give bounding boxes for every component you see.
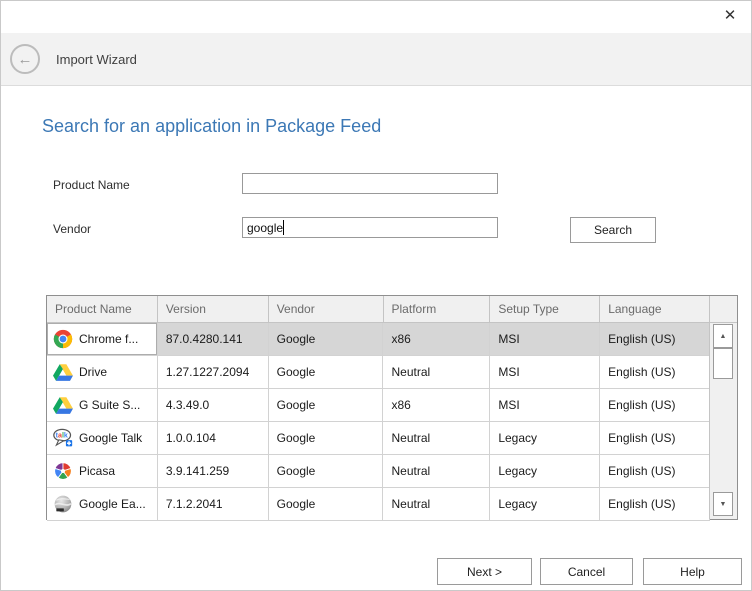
setup-type-cell[interactable]: MSI	[490, 356, 600, 388]
version-cell[interactable]: 3.9.141.259	[158, 455, 269, 487]
scroll-up-icon[interactable]: ▲	[713, 324, 733, 348]
product-name-text: Google Ea...	[79, 497, 146, 511]
product-name-cell[interactable]: talk Google Talk	[47, 422, 158, 454]
product-name-text: Chrome f...	[79, 332, 138, 346]
column-header-vendor[interactable]: Vendor	[269, 296, 384, 322]
vendor-cell[interactable]: Google	[269, 323, 384, 355]
talk-icon: talk	[53, 428, 73, 448]
scrollbar-header-cell	[710, 296, 737, 322]
version-cell[interactable]: 4.3.49.0	[158, 389, 269, 421]
product-name-cell[interactable]: Google Ea...	[47, 488, 158, 520]
import-wizard-dialog: ✕ ← Import Wizard Search for an applicat…	[0, 0, 752, 591]
column-header-platform[interactable]: Platform	[384, 296, 491, 322]
search-button[interactable]: Search	[570, 217, 656, 243]
vertical-scrollbar[interactable]: ▲ ▼	[709, 323, 737, 519]
product-name-label: Product Name	[53, 178, 130, 192]
product-name-text: Drive	[79, 365, 107, 379]
help-button[interactable]: Help	[643, 558, 742, 585]
scroll-down-icon[interactable]: ▼	[713, 492, 733, 516]
language-cell[interactable]: English (US)	[600, 422, 710, 454]
table-row[interactable]: Picasa 3.9.141.259GoogleNeutralLegacyEngl…	[47, 455, 710, 488]
vendor-cell[interactable]: Google	[269, 356, 384, 388]
product-name-cell[interactable]: G Suite S...	[47, 389, 158, 421]
table-row[interactable]: G Suite S... 4.3.49.0Googlex86MSIEnglish …	[47, 389, 710, 422]
setup-type-cell[interactable]: Legacy	[490, 455, 600, 487]
version-cell[interactable]: 1.0.0.104	[158, 422, 269, 454]
svg-text:talk: talk	[56, 432, 68, 440]
picasa-icon	[53, 461, 73, 481]
table-row[interactable]: Drive 1.27.1227.2094GoogleNeutralMSIEngli…	[47, 356, 710, 389]
product-name-text: G Suite S...	[79, 398, 140, 412]
next-button[interactable]: Next >	[437, 558, 532, 585]
back-arrow-icon: ←	[18, 51, 33, 68]
wizard-title: Import Wizard	[56, 33, 137, 85]
vendor-label: Vendor	[53, 222, 91, 236]
table-row[interactable]: talk Google Talk 1.0.0.104GoogleNeutralLeg…	[47, 422, 710, 455]
back-button[interactable]: ←	[10, 44, 40, 74]
product-name-cell[interactable]: Drive	[47, 356, 158, 388]
version-cell[interactable]: 7.1.2.2041	[158, 488, 269, 520]
setup-type-cell[interactable]: MSI	[490, 389, 600, 421]
column-header-version[interactable]: Version	[158, 296, 269, 322]
language-cell[interactable]: English (US)	[600, 455, 710, 487]
column-header-language[interactable]: Language	[600, 296, 710, 322]
vendor-input[interactable]	[242, 217, 498, 238]
vendor-cell[interactable]: Google	[269, 455, 384, 487]
setup-type-cell[interactable]: MSI	[490, 323, 600, 355]
drive-icon	[53, 395, 73, 415]
column-header-setup-type[interactable]: Setup Type	[490, 296, 600, 322]
results-table: Product NameVersionVendorPlatformSetup T…	[46, 295, 738, 520]
platform-cell[interactable]: x86	[383, 323, 490, 355]
product-name-cell[interactable]: Picasa	[47, 455, 158, 487]
column-header-product-name[interactable]: Product Name	[47, 296, 158, 322]
table-header-row: Product NameVersionVendorPlatformSetup T…	[47, 296, 737, 323]
language-cell[interactable]: English (US)	[600, 389, 710, 421]
close-icon[interactable]: ✕	[719, 4, 741, 26]
language-cell[interactable]: English (US)	[600, 356, 710, 388]
version-cell[interactable]: 1.27.1227.2094	[158, 356, 269, 388]
vendor-cell[interactable]: Google	[269, 488, 384, 520]
table-row[interactable]: Chrome f... 87.0.4280.141Googlex86MSIEngl…	[47, 323, 710, 356]
product-name-input[interactable]	[242, 173, 498, 194]
platform-cell[interactable]: Neutral	[383, 455, 490, 487]
platform-cell[interactable]: Neutral	[383, 356, 490, 388]
table-body: Chrome f...87.0.4280.141Googlex86MSIEngl…	[47, 323, 710, 521]
text-cursor	[283, 220, 284, 235]
wizard-header-bar: ← Import Wizard	[1, 33, 751, 86]
vendor-cell[interactable]: Google	[269, 389, 384, 421]
language-cell[interactable]: English (US)	[600, 488, 710, 520]
platform-cell[interactable]: Neutral	[383, 488, 490, 520]
drive-icon	[53, 362, 73, 382]
vendor-cell[interactable]: Google	[269, 422, 384, 454]
product-name-text: Google Talk	[79, 431, 142, 445]
chrome-icon	[53, 329, 73, 349]
product-name-cell[interactable]: Chrome f...	[47, 323, 158, 355]
page-title: Search for an application in Package Fee…	[42, 116, 381, 137]
cancel-button[interactable]: Cancel	[540, 558, 633, 585]
scrollbar-thumb[interactable]	[713, 348, 733, 379]
setup-type-cell[interactable]: Legacy	[490, 488, 600, 520]
platform-cell[interactable]: Neutral	[383, 422, 490, 454]
platform-cell[interactable]: x86	[383, 389, 490, 421]
product-name-text: Picasa	[79, 464, 115, 478]
table-row[interactable]: Google Ea... 7.1.2.2041GoogleNeutralLegac…	[47, 488, 710, 521]
version-cell[interactable]: 87.0.4280.141	[158, 323, 269, 355]
language-cell[interactable]: English (US)	[600, 323, 710, 355]
earth-icon	[53, 494, 73, 514]
setup-type-cell[interactable]: Legacy	[490, 422, 600, 454]
